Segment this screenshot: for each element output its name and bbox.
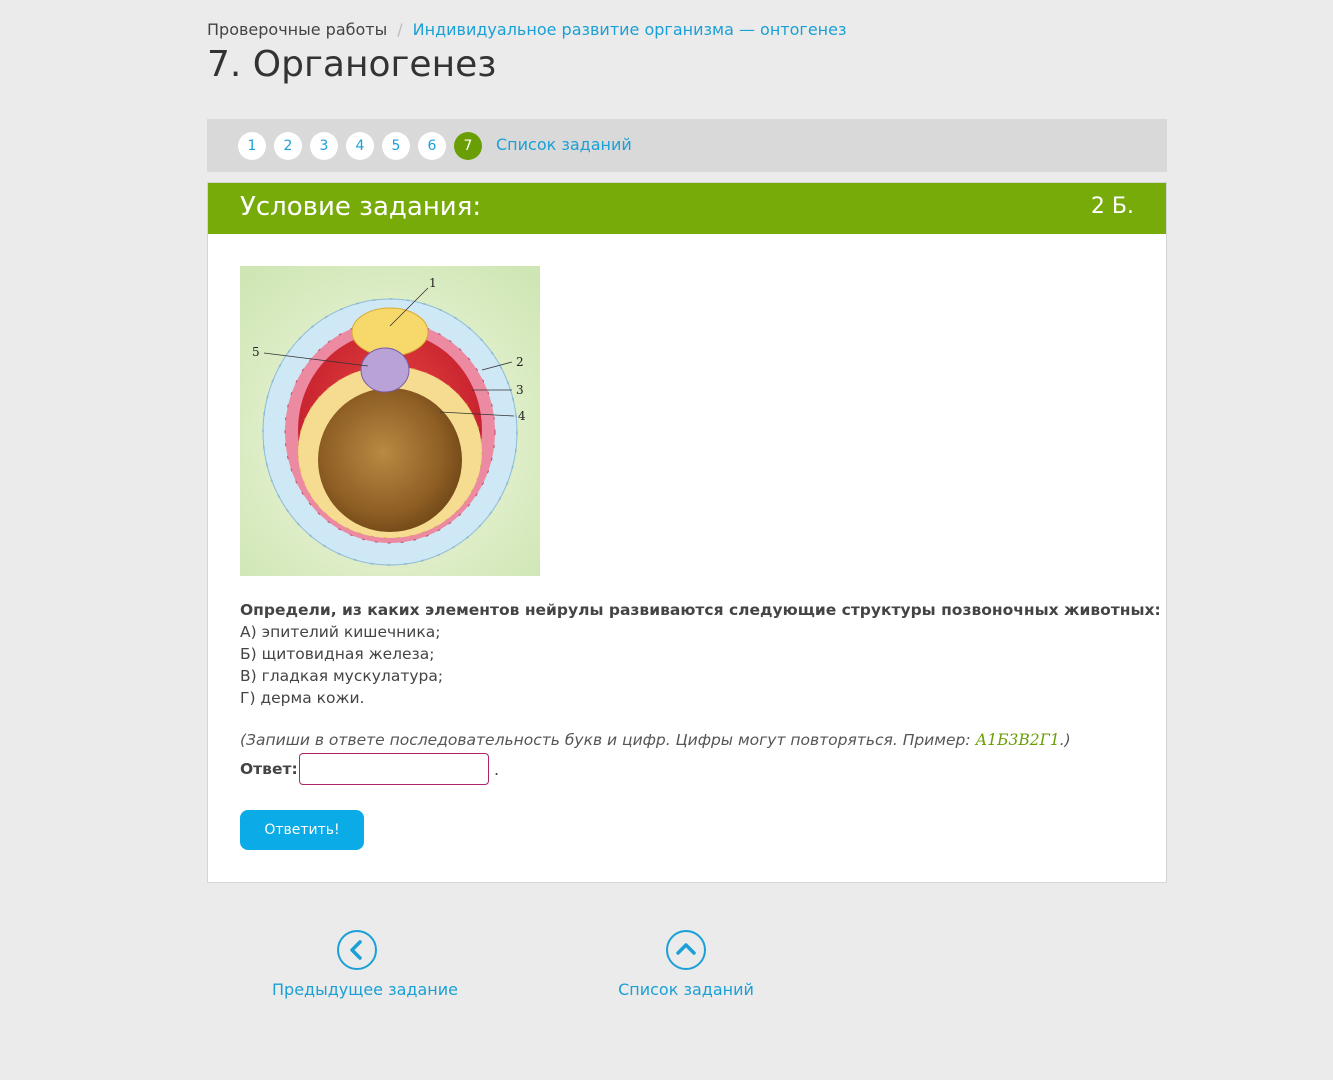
option-d: Г) дерма кожи. [240,689,365,707]
chevron-left-icon[interactable] [337,930,377,970]
question-text: Определи, из каких элементов нейрулы раз… [240,601,1161,619]
task-score: 2 Б. [1090,194,1134,219]
pager-item-2[interactable]: 2 [274,132,302,160]
diagram-label-4: 4 [518,409,526,423]
hint-example: А1Б3В2Г1 [975,731,1060,749]
diagram-label-3: 3 [516,383,524,397]
diagram-label-5: 5 [252,345,260,359]
task-card: Условие задания: 2 Б. 1 2 3 4 5 Определи… [207,182,1167,883]
task-list-nav[interactable]: Список заданий [616,930,756,999]
question-block: Определи, из каких элементов нейрулы раз… [240,599,1161,709]
pager-item-3[interactable]: 3 [310,132,338,160]
pager-item-6[interactable]: 6 [418,132,446,160]
prev-task-nav[interactable]: Предыдущее задание [272,930,458,999]
answer-suffix: . [494,760,500,779]
breadcrumb-current[interactable]: Индивидуальное развитие организма — онто… [413,20,847,39]
task-pager: 1 2 3 4 5 6 7 Список заданий [207,119,1167,172]
chevron-up-icon[interactable] [666,930,706,970]
pager-item-5[interactable]: 5 [382,132,410,160]
diagram-label-2: 2 [516,355,524,369]
hint-end: .) [1059,731,1071,749]
breadcrumb: Проверочные работы / Индивидуальное развит… [207,20,846,39]
hint-text: (Запиши в ответе последовательность букв… [240,731,976,749]
diagram-label-1: 1 [429,276,437,290]
submit-button[interactable]: Ответить! [240,810,364,850]
task-list-bottom-link[interactable]: Список заданий [616,980,756,999]
option-a: А) эпителий кишечника; [240,623,441,641]
answer-hint: (Запиши в ответе последовательность букв… [240,731,1071,749]
prev-task-link[interactable]: Предыдущее задание [272,980,458,999]
task-header-title: Условие задания: [240,192,482,222]
pager-item-4[interactable]: 4 [346,132,374,160]
breadcrumb-separator: / [397,20,403,39]
pager-item-1[interactable]: 1 [238,132,266,160]
page-title: 7. Органогенез [207,44,497,85]
answer-input[interactable] [299,753,489,785]
task-header: Условие задания: 2 Б. [208,183,1166,234]
answer-label: Ответ: [240,760,298,778]
option-b: Б) щитовидная железа; [240,645,435,663]
breadcrumb-root[interactable]: Проверочные работы [207,20,387,39]
option-c: В) гладкая мускулатура; [240,667,444,685]
pager-item-7-active[interactable]: 7 [454,132,482,160]
task-list-link[interactable]: Список заданий [496,135,632,154]
neurula-diagram: 1 2 3 4 5 [240,266,540,576]
